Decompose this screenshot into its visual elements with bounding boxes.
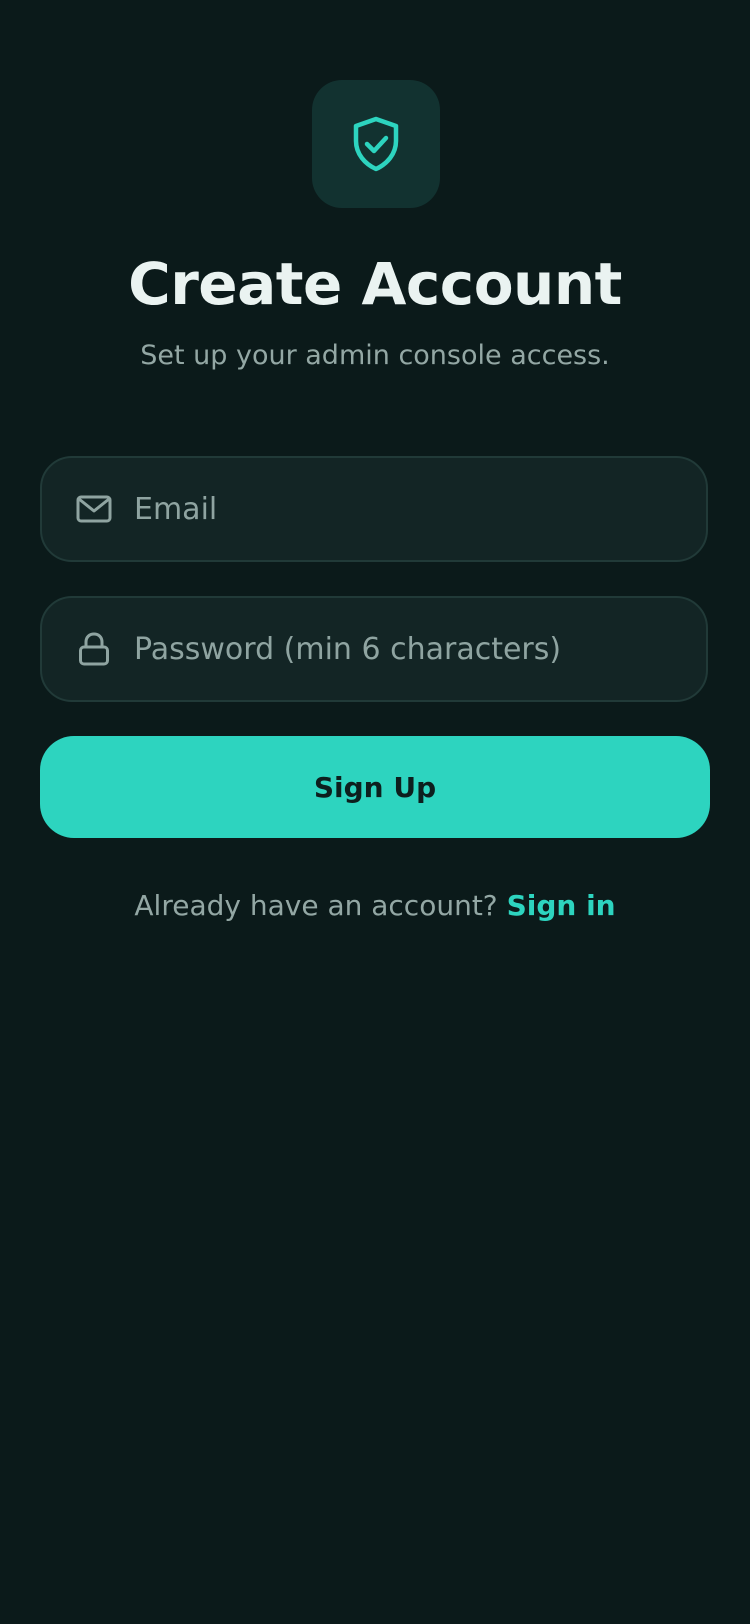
- sign-up-button[interactable]: Sign Up: [40, 736, 710, 838]
- shield-check-icon: [353, 116, 399, 172]
- password-input[interactable]: [134, 598, 674, 700]
- email-field[interactable]: [40, 456, 708, 562]
- sign-in-prompt-text: Already have an account?: [134, 889, 507, 922]
- password-field[interactable]: [40, 596, 708, 702]
- sign-in-link[interactable]: Sign in: [507, 889, 616, 922]
- mail-icon: [76, 491, 112, 527]
- app-logo: [312, 80, 440, 208]
- lock-icon: [76, 631, 112, 667]
- signup-screen: Create Account Set up your admin console…: [0, 0, 750, 1624]
- page-subtitle: Set up your admin console access.: [140, 340, 610, 371]
- email-input[interactable]: [134, 458, 674, 560]
- page-title: Create Account: [128, 250, 622, 318]
- sign-in-prompt: Already have an account? Sign in: [0, 884, 750, 928]
